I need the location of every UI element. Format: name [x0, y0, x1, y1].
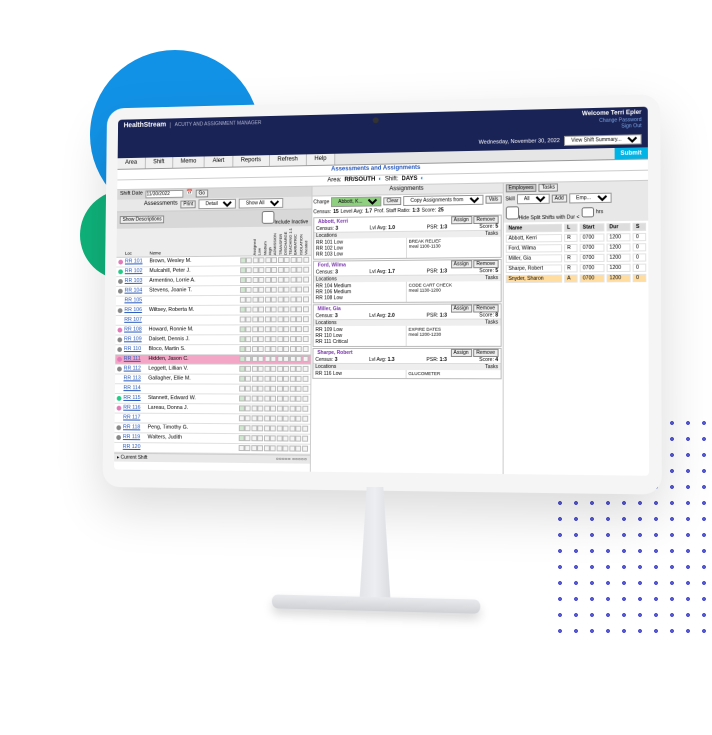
roster-row[interactable]: RR 111Hidden, Jason C. — [115, 355, 310, 365]
tab-area[interactable]: Area — [118, 158, 146, 169]
tab-help[interactable]: Help — [307, 154, 336, 166]
tab-memo[interactable]: Memo — [173, 157, 205, 169]
add-button[interactable]: Add — [551, 194, 566, 202]
employee-row[interactable]: Miller, GiaR070012000 — [505, 253, 646, 263]
tab-shift[interactable]: Shift — [145, 157, 173, 168]
nurse-block: Sharpe, RobertAssign RemoveCensus: 3Lvl … — [312, 348, 501, 379]
submit-button[interactable]: Submit — [614, 147, 648, 159]
roster-row[interactable]: RR 112Leggett, Lillian V. — [115, 364, 310, 374]
sign-out-link[interactable]: Sign Out — [582, 123, 642, 130]
copy-from-select[interactable]: Copy Assignments from — [403, 195, 483, 206]
detail-select[interactable]: Detail — [199, 199, 236, 209]
nurse-block: Ford, WilmaAssign RemoveCensus: 3Lvl Avg… — [313, 259, 502, 303]
tab-refresh[interactable]: Refresh — [270, 155, 307, 167]
roster-row[interactable]: RR 108Howard, Ronnie M. — [116, 325, 311, 335]
vals-button[interactable]: Vals — [486, 195, 502, 203]
monitor-mockup: HealthStream ACUITY AND ASSIGNMENT MANAG… — [95, 100, 655, 611]
employees-tab[interactable]: Employees — [505, 184, 536, 193]
tasks-tab[interactable]: Tasks — [539, 183, 558, 191]
remove-button[interactable]: Remove — [473, 304, 498, 312]
employee-row[interactable]: Sharpe, RobertR070012000 — [505, 263, 646, 272]
roster-row[interactable]: RR 113Gallagher, Ellie M. — [115, 374, 310, 384]
calendar-icon[interactable]: 📅 — [186, 190, 193, 197]
monitor-stand — [105, 483, 661, 618]
aa-title: Assessments and Assignments — [331, 165, 420, 174]
print-button[interactable]: Print — [180, 200, 196, 208]
clear-button[interactable]: Clear — [384, 197, 402, 205]
brand-subtitle: ACUITY AND ASSIGNMENT MANAGER — [170, 120, 261, 128]
assign-button[interactable]: Assign — [451, 216, 472, 224]
employee-row[interactable]: Ford, WilmaR070012000 — [505, 243, 646, 253]
roster-list: RR 101Brown, Wesley M.RR 102Mulcahill, P… — [114, 256, 311, 455]
show-descriptions-button[interactable]: Show Descriptions — [120, 216, 165, 224]
charge-select[interactable]: Abbott, K... — [331, 196, 381, 207]
assessments-panel: Shift Date 📅 Go Assessments Print Detail… — [114, 186, 312, 471]
roster-row[interactable]: RR 107 — [116, 315, 311, 326]
assign-button[interactable]: Assign — [451, 304, 472, 312]
skill-select[interactable]: All — [517, 193, 550, 204]
emp-select[interactable]: Emp... — [569, 192, 611, 203]
view-shift-summary-select[interactable]: View Shift Summary... — [564, 134, 642, 146]
nurse-block: Abbott, KerriAssign RemoveCensus: 3Lvl A… — [313, 215, 501, 260]
tab-alert[interactable]: Alert — [205, 156, 233, 167]
tab-reports[interactable]: Reports — [233, 155, 270, 167]
employees-panel: Employees Tasks Skill All Add Emp... Hid… — [503, 181, 649, 476]
remove-button[interactable]: Remove — [473, 349, 498, 357]
assign-button[interactable]: Assign — [451, 260, 472, 268]
roster-header: Loc Name AssignedLowMediumHighADMISSIONT… — [117, 226, 312, 258]
hrs-input[interactable] — [582, 207, 594, 217]
roster-row[interactable]: RR 109Dalsett, Dennis J. — [115, 335, 310, 345]
remove-button[interactable]: Remove — [473, 260, 498, 268]
brand-name: HealthStream — [124, 121, 167, 130]
hide-split-checkbox[interactable] — [505, 206, 518, 219]
employees-table: NameLStartDurS Abbott, KerriR070012000Fo… — [503, 220, 648, 284]
roster-row[interactable]: RR 110Bloco, Martin S. — [115, 345, 310, 355]
current-shift-bar: ▸ Current Shift ○○○○○ ○○○○○ — [114, 452, 310, 463]
assign-button[interactable]: Assign — [450, 349, 471, 357]
nurse-block: Miller, GiaAssign RemoveCensus: 3Lvl Avg… — [312, 303, 501, 347]
assignments-panel: Assignments Charge Abbott, K... Clear Co… — [311, 183, 504, 474]
shift-date-input[interactable] — [146, 190, 184, 198]
employee-row[interactable]: Snyder, SharonA070012000 — [505, 274, 646, 283]
go-button[interactable]: Go — [196, 189, 208, 197]
current-date: Wednesday, November 30, 2022 — [479, 138, 560, 146]
include-inactive-label[interactable]: Include Inactive — [262, 210, 309, 225]
showall-select[interactable]: Show All — [239, 198, 284, 209]
employee-row[interactable]: Abbott, KerriR070012000 — [505, 233, 646, 243]
include-inactive-checkbox[interactable] — [262, 211, 275, 224]
